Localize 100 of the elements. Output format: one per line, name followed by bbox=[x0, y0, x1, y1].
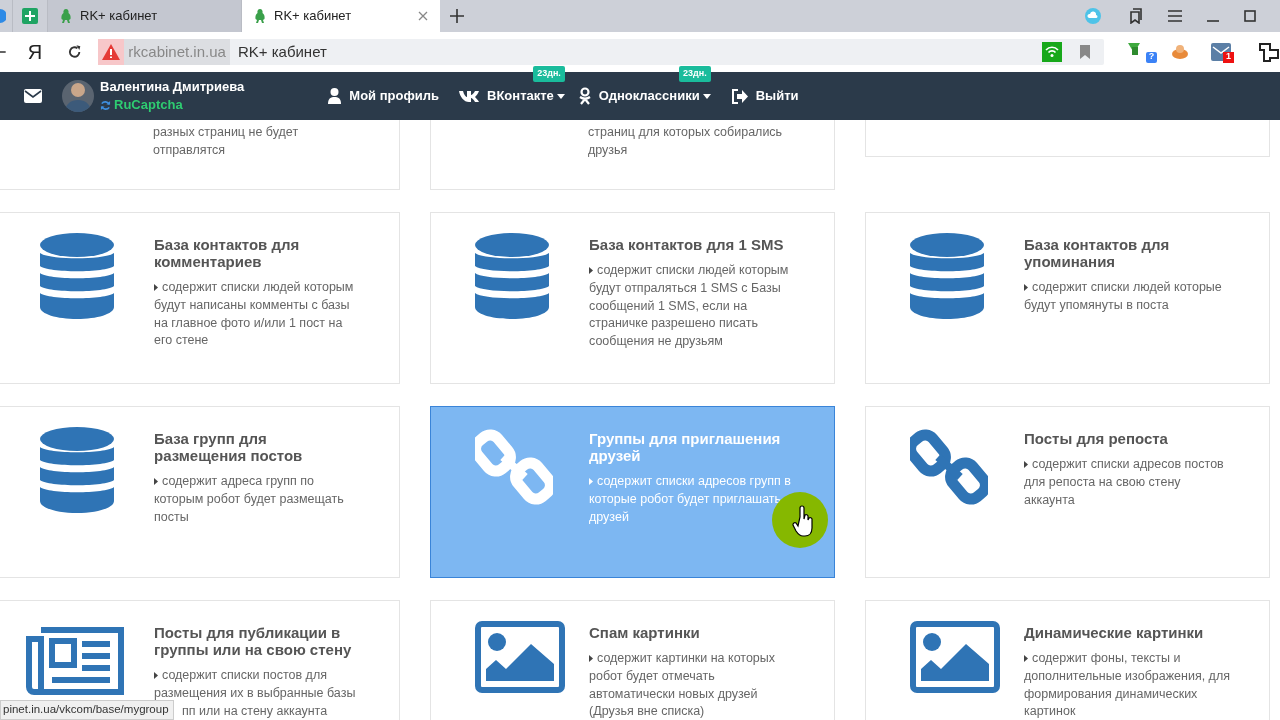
days-badge: 23дн. bbox=[679, 66, 711, 82]
database-icon bbox=[40, 233, 114, 319]
user-icon bbox=[328, 88, 342, 104]
card[interactable]: База контактов для комментариев содержит списки людей которым будут написаны комменты с базы на главное фото и/или 1 пост на его стене bbox=[0, 212, 400, 384]
image-icon bbox=[475, 621, 565, 693]
logout-icon bbox=[730, 88, 748, 104]
card-description: пп или на стену аккаунта bbox=[182, 702, 328, 720]
card-description: посты bbox=[154, 508, 189, 526]
wifi-icon[interactable] bbox=[1042, 42, 1062, 62]
card-title[interactable]: База контактов для 1 SMS bbox=[589, 236, 789, 253]
card-description: содержит картинки на которых bbox=[597, 650, 776, 668]
maximize-icon[interactable] bbox=[1244, 10, 1256, 22]
card-description: страниц для которых собирались bbox=[588, 124, 783, 142]
browser-tab[interactable]: RK+ кабинет bbox=[242, 0, 440, 32]
database-icon bbox=[475, 233, 549, 319]
vk-icon bbox=[459, 90, 480, 102]
card-description: содержит списки постов для bbox=[162, 667, 327, 685]
card-title[interactable]: База контактов для комментариев bbox=[154, 236, 354, 270]
card-description: автоматически новых друзей bbox=[589, 685, 758, 703]
bullet-icon bbox=[154, 478, 158, 486]
bullet-icon bbox=[589, 267, 593, 275]
card-title[interactable]: Спам картинки bbox=[589, 624, 789, 641]
newspaper-icon bbox=[26, 627, 124, 695]
card-description: содержит адреса групп по bbox=[162, 473, 314, 491]
database-icon bbox=[40, 427, 114, 513]
bullet-icon bbox=[1024, 655, 1028, 663]
card[interactable]: разных страниц не будет отправлятся bbox=[0, 120, 400, 190]
nav-link[interactable]: Выйти bbox=[755, 86, 799, 106]
card-description: содержит списки людей которым bbox=[597, 262, 789, 280]
browser-logo[interactable]: Я bbox=[27, 37, 43, 67]
card[interactable]: страниц для которых собирались друзья bbox=[430, 120, 835, 190]
chain-link-icon bbox=[910, 427, 988, 507]
card-description: его стене bbox=[154, 332, 209, 350]
caret-icon bbox=[702, 93, 711, 99]
nav-link[interactable]: Мой профиль bbox=[349, 86, 440, 106]
frog-icon bbox=[60, 8, 72, 24]
new-tab-icon[interactable] bbox=[450, 9, 464, 23]
card-description: аккаунта bbox=[1024, 491, 1075, 509]
card-description: размещения их в выбранные базы bbox=[154, 685, 356, 702]
card-title[interactable]: Посты для публикации в группы или на свою стену bbox=[154, 624, 354, 658]
close-icon[interactable] bbox=[418, 11, 428, 21]
card-description: сообщения не друзьям bbox=[589, 332, 723, 350]
card-description: содержит фоны, тексты и bbox=[1032, 650, 1181, 668]
image-icon bbox=[910, 621, 1000, 693]
nav-link[interactable]: ВКонтакте bbox=[487, 86, 565, 106]
card-description: страничке разрешено писать bbox=[589, 315, 758, 333]
card-description: будут написаны комменты с базы bbox=[154, 297, 350, 314]
card-title[interactable]: База групп для размещения постов bbox=[154, 430, 354, 464]
card-description: содержит списки людей которые bbox=[1032, 279, 1222, 297]
bullet-icon bbox=[589, 655, 593, 663]
card-title[interactable]: База контактов для упоминания bbox=[1024, 236, 1224, 270]
card[interactable]: Динамические картинки содержит фоны, тексты и дополнительные изображения, для формирования динамических картинок bbox=[865, 600, 1270, 720]
status-url: pinet.in.ua/vkcom/base/mygroup bbox=[0, 700, 174, 720]
card-description: будут упомянуты в поста bbox=[1024, 297, 1169, 314]
bullet-icon bbox=[589, 478, 593, 486]
database-icon bbox=[910, 233, 984, 319]
service-link[interactable]: RuCaptcha bbox=[114, 96, 183, 114]
card[interactable]: Спам картинки содержит картинки на которых робот будет отмечать автоматически новых друзей (Друзья вне списка) bbox=[430, 600, 835, 720]
card-description: для репоста на свою стену bbox=[1024, 474, 1181, 491]
card-description: сообщений 1 SMS, если на bbox=[589, 297, 748, 315]
user-name: Валентина Дмитриева bbox=[100, 78, 245, 96]
tab-icon bbox=[0, 9, 6, 23]
refresh-icon[interactable] bbox=[100, 99, 111, 111]
bullet-icon bbox=[1024, 284, 1028, 292]
card-description: содержит списки людей которым bbox=[162, 279, 354, 297]
nav-link[interactable]: Одноклассники bbox=[598, 86, 711, 106]
bullet-icon bbox=[154, 672, 158, 680]
card[interactable]: База контактов для упоминания содержит списки людей которые будут упомянуты в поста bbox=[865, 212, 1270, 384]
card[interactable]: Посты для репоста содержит списки адресов постов для репоста на свою стену аккаунта bbox=[865, 406, 1270, 578]
warning-icon bbox=[102, 44, 121, 60]
card-title[interactable]: Посты для репоста bbox=[1024, 430, 1224, 447]
bullet-icon bbox=[154, 284, 158, 292]
card-description: друзей bbox=[589, 508, 629, 526]
mail-icon[interactable] bbox=[24, 89, 42, 103]
bookmarks-icon[interactable] bbox=[1127, 8, 1143, 24]
browser-tab[interactable]: RK+ кабинет bbox=[48, 0, 242, 32]
address-field[interactable]: rkcabinet.in.ua RK+ кабинет bbox=[98, 39, 1104, 65]
card-title[interactable]: Динамические картинки bbox=[1024, 624, 1224, 641]
chain-link-icon bbox=[475, 427, 553, 507]
days-badge: 23дн. bbox=[533, 66, 565, 82]
card-description: на главное фото и/или 1 пост на bbox=[154, 314, 343, 332]
card-description: которым робот будет размещать bbox=[154, 491, 344, 508]
card-description: формирования динамических bbox=[1024, 685, 1198, 703]
bullet-icon bbox=[1024, 461, 1028, 469]
extension-badge: 1 bbox=[1223, 51, 1234, 63]
reload-icon[interactable] bbox=[67, 44, 83, 60]
menu-icon[interactable] bbox=[1168, 10, 1182, 22]
ok-icon bbox=[578, 87, 591, 105]
sheet-icon bbox=[22, 8, 38, 24]
card-description: картинок bbox=[1024, 703, 1076, 720]
card[interactable]: База групп для размещения постов содержит адреса групп по которым робот будет размещать посты bbox=[0, 406, 400, 578]
card-description: содержит списки адресов групп в bbox=[597, 473, 791, 491]
domain-label: rkcabinet.in.ua bbox=[124, 39, 230, 65]
card-description: будут отпраляться 1 SMS с Базы bbox=[589, 280, 781, 297]
card[interactable]: База контактов для 1 SMS содержит списки людей которым будут отпраляться 1 SMS с Базы сообщений 1 SMS, если на страничке разрешено писать сообщения не друзьям bbox=[430, 212, 835, 384]
extension-badge: ? bbox=[1146, 51, 1157, 63]
bookmark-icon[interactable] bbox=[1080, 45, 1090, 59]
caret-icon bbox=[556, 93, 565, 99]
card-description: робот будет отмечать bbox=[589, 668, 715, 685]
card-description: содержит списки адресов постов bbox=[1032, 456, 1224, 474]
